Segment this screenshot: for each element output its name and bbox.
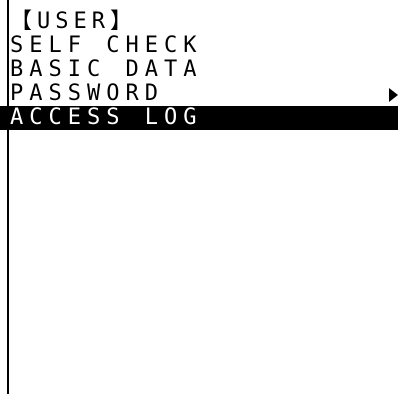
right-triangle-icon bbox=[389, 88, 398, 102]
menu-item-basic-data[interactable]: BASIC DATA bbox=[0, 58, 398, 82]
menu-item-label: SELF CHECK bbox=[10, 33, 203, 58]
user-menu: 【USER】 SELF CHECK BASIC DATA PASSWORD AC… bbox=[0, 10, 398, 130]
menu-title: 【USER】 bbox=[10, 9, 137, 34]
menu-item-label: ACCESS LOG bbox=[10, 105, 203, 130]
menu-item-self-check[interactable]: SELF CHECK bbox=[0, 34, 398, 58]
menu-item-access-log[interactable]: ACCESS LOG bbox=[0, 106, 398, 130]
menu-item-password[interactable]: PASSWORD bbox=[0, 82, 398, 106]
menu-item-label: PASSWORD bbox=[10, 81, 164, 106]
menu-item-label: BASIC DATA bbox=[10, 57, 203, 82]
lcd-screen: 【USER】 SELF CHECK BASIC DATA PASSWORD AC… bbox=[0, 0, 398, 394]
